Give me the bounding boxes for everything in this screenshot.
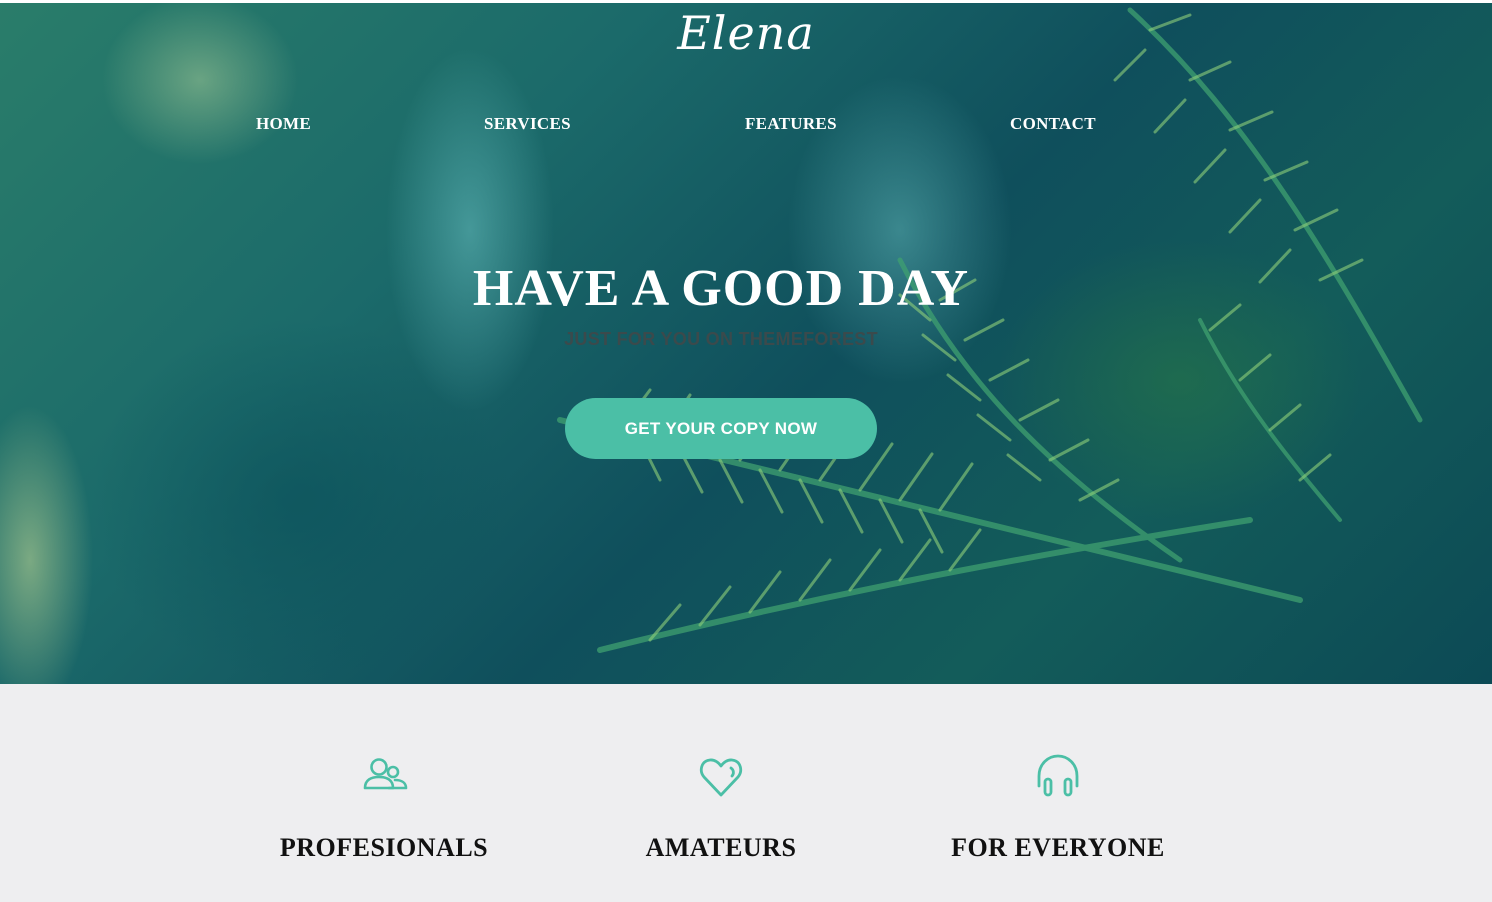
headphones-icon [1037, 754, 1079, 797]
brand-logo[interactable]: Elena [0, 6, 1492, 60]
hero-section: Elena HOME SERVICES FEATURES CONTACT HAV… [0, 0, 1492, 684]
get-copy-button[interactable]: GET YOUR COPY NOW [565, 398, 877, 459]
heart-icon [699, 758, 743, 797]
feature-card-amateurs: AMATEURS [541, 684, 901, 902]
feature-title: FOR EVERYONE [951, 833, 1165, 862]
hero-subline: JUST FOR YOU ON THEMEFOREST [564, 329, 878, 349]
hero-headline: HAVE A GOOD DAY [472, 259, 970, 317]
nav-item-services[interactable]: SERVICES [484, 114, 571, 134]
users-icon [363, 758, 408, 790]
nav-item-contact[interactable]: CONTACT [1010, 114, 1096, 134]
nav-item-features[interactable]: FEATURES [745, 114, 837, 134]
feature-title: PROFESIONALS [279, 833, 489, 862]
top-border [0, 0, 1492, 3]
nav-item-home[interactable]: HOME [256, 114, 311, 134]
feature-card-for-everyone: FOR EVERYONE [878, 684, 1238, 902]
features-section: PROFESIONALS AMATEURS FOR EVERYONE [0, 684, 1492, 902]
feature-title: AMATEURS [645, 833, 797, 862]
landing-page: Elena HOME SERVICES FEATURES CONTACT HAV… [0, 0, 1492, 902]
feature-card-professionals: PROFESIONALS [204, 684, 564, 902]
